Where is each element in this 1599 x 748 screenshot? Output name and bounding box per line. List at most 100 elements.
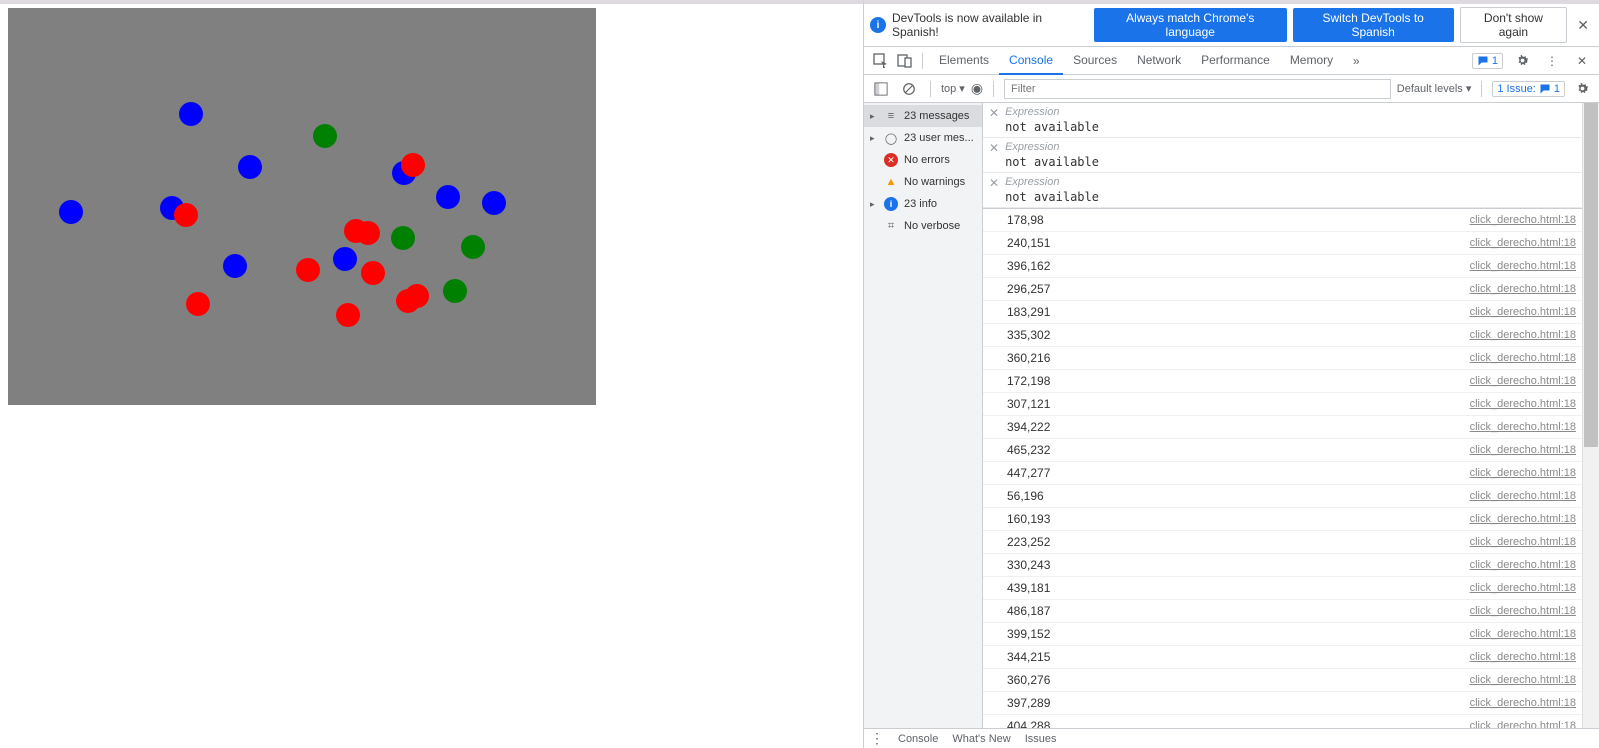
messages-chip[interactable]: 1 xyxy=(1472,53,1503,69)
sidebar-item[interactable]: ▸ ≡ 23 messages xyxy=(864,105,982,127)
context-selector[interactable]: top ▾ xyxy=(941,82,965,95)
log-source-link[interactable]: click_derecho.html:18 xyxy=(1470,510,1576,528)
sidebar-item[interactable]: ✕ No errors xyxy=(864,149,982,171)
log-row[interactable]: 223,252 click_derecho.html:18 xyxy=(983,531,1582,554)
remove-expression-icon[interactable]: ✕ xyxy=(989,141,999,155)
sidebar-item[interactable]: ⌗ No verbose xyxy=(864,215,982,237)
dot[interactable] xyxy=(296,258,320,282)
log-source-link[interactable]: click_derecho.html:18 xyxy=(1470,303,1576,321)
log-row[interactable]: 360,276 click_derecho.html:18 xyxy=(983,669,1582,692)
log-source-link[interactable]: click_derecho.html:18 xyxy=(1470,395,1576,413)
log-source-link[interactable]: click_derecho.html:18 xyxy=(1470,280,1576,298)
drawer-kebab-icon[interactable]: ⋮ xyxy=(870,730,884,747)
log-source-link[interactable]: click_derecho.html:18 xyxy=(1470,648,1576,666)
tab-network[interactable]: Network xyxy=(1127,47,1191,74)
log-source-link[interactable]: click_derecho.html:18 xyxy=(1470,671,1576,689)
issues-chip[interactable]: 1 Issue: 1 xyxy=(1492,81,1565,97)
dot[interactable] xyxy=(482,191,506,215)
log-row[interactable]: 404,288 click_derecho.html:18 xyxy=(983,715,1582,728)
dot[interactable] xyxy=(356,221,380,245)
live-expression-icon[interactable]: ◉ xyxy=(971,80,983,97)
log-row[interactable]: 396,162 click_derecho.html:18 xyxy=(983,255,1582,278)
log-source-link[interactable]: click_derecho.html:18 xyxy=(1470,602,1576,620)
dot[interactable] xyxy=(333,247,357,271)
log-row[interactable]: 399,152 click_derecho.html:18 xyxy=(983,623,1582,646)
log-list[interactable]: 178,98 click_derecho.html:18240,151 clic… xyxy=(983,209,1582,728)
log-source-link[interactable]: click_derecho.html:18 xyxy=(1470,464,1576,482)
log-source-link[interactable]: click_derecho.html:18 xyxy=(1470,579,1576,597)
more-tabs-icon[interactable]: » xyxy=(1345,50,1367,72)
live-expression-row[interactable]: ✕ Expression not available xyxy=(983,173,1582,208)
log-row[interactable]: 296,257 click_derecho.html:18 xyxy=(983,278,1582,301)
tab-sources[interactable]: Sources xyxy=(1063,47,1127,74)
inspect-icon[interactable] xyxy=(870,50,892,72)
log-source-link[interactable]: click_derecho.html:18 xyxy=(1470,234,1576,252)
sidebar-item[interactable]: ▸ ◯ 23 user mes... xyxy=(864,127,982,149)
sidebar-item[interactable]: ▲ No warnings xyxy=(864,171,982,193)
live-expression-row[interactable]: ✕ Expression not available xyxy=(983,138,1582,173)
log-row[interactable]: 465,232 click_derecho.html:18 xyxy=(983,439,1582,462)
log-row[interactable]: 172,198 click_derecho.html:18 xyxy=(983,370,1582,393)
dot[interactable] xyxy=(391,226,415,250)
log-source-link[interactable]: click_derecho.html:18 xyxy=(1470,625,1576,643)
kebab-icon[interactable]: ⋮ xyxy=(1541,50,1563,72)
log-source-link[interactable]: click_derecho.html:18 xyxy=(1470,418,1576,436)
sidebar-item[interactable]: ▸ i 23 info xyxy=(864,193,982,215)
log-row[interactable]: 183,291 click_derecho.html:18 xyxy=(983,301,1582,324)
log-row[interactable]: 344,215 click_derecho.html:18 xyxy=(983,646,1582,669)
log-row[interactable]: 486,187 click_derecho.html:18 xyxy=(983,600,1582,623)
dot[interactable] xyxy=(174,203,198,227)
tab-console[interactable]: Console xyxy=(999,47,1063,75)
settings-icon[interactable] xyxy=(1511,50,1533,72)
log-source-link[interactable]: click_derecho.html:18 xyxy=(1470,556,1576,574)
tab-elements[interactable]: Elements xyxy=(929,47,999,74)
drawer-tab-issues[interactable]: Issues xyxy=(1025,733,1057,745)
log-source-link[interactable]: click_derecho.html:18 xyxy=(1470,487,1576,505)
dot[interactable] xyxy=(436,185,460,209)
dont-show-button[interactable]: Don't show again xyxy=(1460,7,1568,43)
log-source-link[interactable]: click_derecho.html:18 xyxy=(1470,326,1576,344)
canvas-area[interactable] xyxy=(8,8,596,405)
drawer-tab-console[interactable]: Console xyxy=(898,733,938,745)
remove-expression-icon[interactable]: ✕ xyxy=(989,106,999,120)
toggle-sidebar-icon[interactable] xyxy=(870,78,892,100)
log-source-link[interactable]: click_derecho.html:18 xyxy=(1470,533,1576,551)
clear-console-icon[interactable] xyxy=(898,78,920,100)
tab-memory[interactable]: Memory xyxy=(1280,47,1343,74)
log-source-link[interactable]: click_derecho.html:18 xyxy=(1470,211,1576,229)
log-row[interactable]: 335,302 click_derecho.html:18 xyxy=(983,324,1582,347)
log-row[interactable]: 56,196 click_derecho.html:18 xyxy=(983,485,1582,508)
log-row[interactable]: 447,277 click_derecho.html:18 xyxy=(983,462,1582,485)
tab-performance[interactable]: Performance xyxy=(1191,47,1280,74)
dot[interactable] xyxy=(186,292,210,316)
log-source-link[interactable]: click_derecho.html:18 xyxy=(1470,441,1576,459)
log-row[interactable]: 307,121 click_derecho.html:18 xyxy=(983,393,1582,416)
log-row[interactable]: 394,222 click_derecho.html:18 xyxy=(983,416,1582,439)
live-expression-row[interactable]: ✕ Expression not available xyxy=(983,103,1582,138)
log-row[interactable]: 178,98 click_derecho.html:18 xyxy=(983,209,1582,232)
log-row[interactable]: 160,193 click_derecho.html:18 xyxy=(983,508,1582,531)
close-infobar-icon[interactable]: ✕ xyxy=(1573,17,1593,34)
scrollbar[interactable] xyxy=(1582,103,1599,728)
dot[interactable] xyxy=(59,200,83,224)
device-toggle-icon[interactable] xyxy=(894,50,916,72)
dot[interactable] xyxy=(179,102,203,126)
log-source-link[interactable]: click_derecho.html:18 xyxy=(1470,717,1576,728)
log-source-link[interactable]: click_derecho.html:18 xyxy=(1470,349,1576,367)
close-devtools-icon[interactable]: ✕ xyxy=(1571,50,1593,72)
dot[interactable] xyxy=(313,124,337,148)
dot[interactable] xyxy=(401,153,425,177)
drawer-tab-whatsnew[interactable]: What's New xyxy=(952,733,1010,745)
dot[interactable] xyxy=(443,279,467,303)
log-row[interactable]: 240,151 click_derecho.html:18 xyxy=(983,232,1582,255)
console-settings-icon[interactable] xyxy=(1571,78,1593,100)
match-language-button[interactable]: Always match Chrome's language xyxy=(1094,8,1287,42)
dot[interactable] xyxy=(461,235,485,259)
remove-expression-icon[interactable]: ✕ xyxy=(989,176,999,190)
dot[interactable] xyxy=(361,261,385,285)
log-source-link[interactable]: click_derecho.html:18 xyxy=(1470,372,1576,390)
log-source-link[interactable]: click_derecho.html:18 xyxy=(1470,694,1576,712)
filter-input[interactable] xyxy=(1004,79,1391,99)
log-row[interactable]: 360,216 click_derecho.html:18 xyxy=(983,347,1582,370)
levels-selector[interactable]: Default levels ▾ xyxy=(1397,82,1472,95)
